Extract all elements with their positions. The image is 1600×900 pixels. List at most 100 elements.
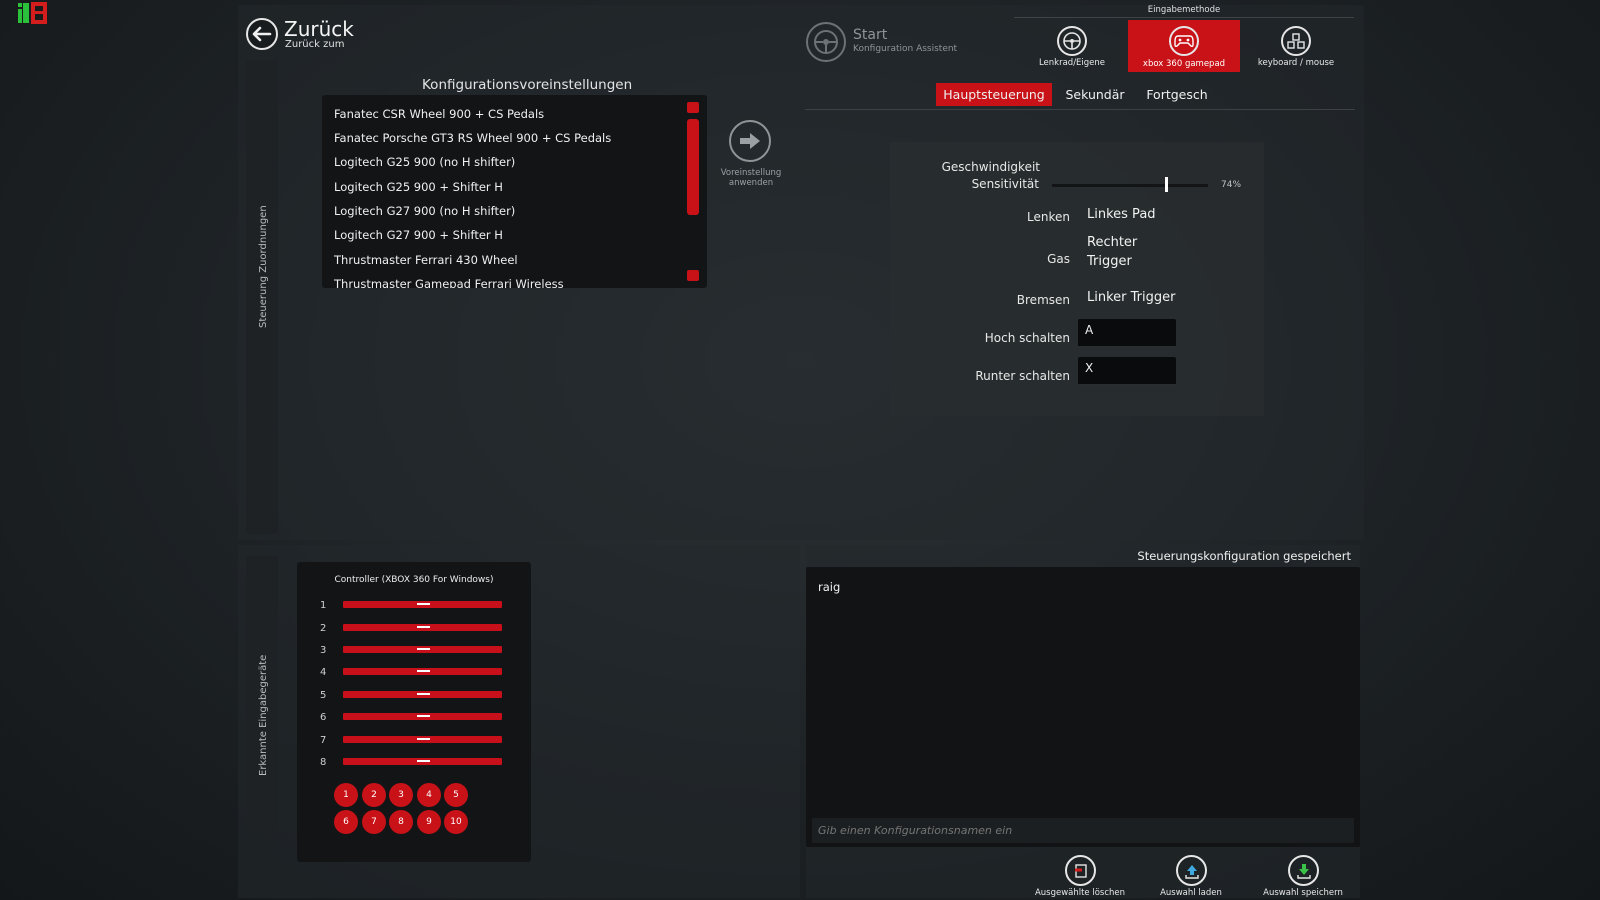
axis-label: 2	[320, 623, 327, 634]
apply-preset-label-2: anwenden	[728, 178, 774, 188]
list-item[interactable]: Fanatec CSR Wheel 900 + CS Pedals	[334, 107, 544, 121]
axis-marker	[417, 648, 430, 650]
shift-up-field[interactable]: A	[1078, 319, 1176, 348]
list-item[interactable]: Logitech G25 900 + Shifter H	[334, 180, 503, 194]
speed-sensitivity-slider[interactable]	[1052, 177, 1208, 192]
axis-marker	[417, 715, 430, 717]
axis-bar	[343, 601, 502, 608]
brake-value[interactable]: Linker Trigger	[1087, 290, 1175, 305]
steering-value[interactable]: Linkes Pad	[1087, 207, 1156, 222]
delete-icon	[1065, 855, 1096, 886]
list-item[interactable]: Thrustmaster Ferrari 430 Wheel	[334, 253, 518, 267]
slider-track	[1052, 184, 1208, 187]
controller-button: 2	[362, 783, 386, 807]
controller-title: Controller (XBOX 360 For Windows)	[334, 575, 494, 585]
load-selection-button[interactable]: Auswahl laden	[1141, 855, 1241, 898]
input-option-keyboard[interactable]: keyboard / mouse	[1240, 20, 1352, 72]
axis-marker	[417, 626, 430, 628]
sidebar-tab-mapping[interactable]: Steuerung Zuordnungen	[246, 60, 278, 534]
controller-button: 5	[444, 783, 468, 807]
axis-marker	[417, 760, 430, 762]
axis-bar	[343, 713, 502, 720]
input-option-gamepad[interactable]: xbox 360 gamepad	[1128, 20, 1240, 72]
axis-marker	[417, 693, 430, 695]
axis-bar	[343, 646, 502, 653]
gamepad-icon	[1169, 26, 1199, 56]
controller-button: 4	[417, 783, 441, 807]
saved-configs-list[interactable]: raig	[806, 567, 1360, 847]
list-item[interactable]: Logitech G27 900 (no H shifter)	[334, 204, 515, 218]
gas-label: Gas	[1047, 252, 1070, 266]
scroll-up-button[interactable]	[687, 102, 699, 113]
list-item[interactable]: Logitech G25 900 (no H shifter)	[334, 155, 515, 169]
scroll-thumb[interactable]	[687, 119, 699, 215]
speed-sensitivity-value: 74%	[1221, 180, 1242, 190]
axis-label: 1	[320, 600, 327, 611]
input-option-steering-label: Lenkrad/Eigene	[1038, 58, 1106, 68]
list-item[interactable]: raig	[818, 580, 840, 594]
delete-selected-label: Ausgewählte löschen	[1034, 888, 1126, 898]
start-subtitle: Konfiguration Assistent	[853, 44, 958, 54]
tabs-divider	[805, 109, 1355, 110]
config-name-input[interactable]	[812, 818, 1354, 843]
tab-hauptsteuerung[interactable]: Hauptsteuerung	[936, 83, 1052, 106]
axis-bar	[343, 758, 502, 765]
axis-marker	[417, 603, 430, 605]
axis-label: 8	[320, 757, 327, 768]
start-assistant-button[interactable]: Start Konfiguration Assistent	[806, 22, 976, 64]
list-item[interactable]: Fanatec Porsche GT3 RS Wheel 900 + CS Pe…	[334, 131, 611, 145]
steering-wheel-icon	[1057, 26, 1087, 56]
steering-label: Lenken	[1027, 210, 1070, 224]
sidebar-tab-devices[interactable]: Erkannte Eingabegeräte	[246, 556, 278, 888]
slider-handle[interactable]	[1165, 177, 1168, 192]
speed-sensitivity-label-2: Sensitivität	[971, 177, 1039, 191]
back-button[interactable]: Zurück Zurück zum	[246, 17, 356, 51]
save-selection-label: Auswahl speichern	[1263, 888, 1343, 898]
axis-bar	[343, 668, 502, 675]
list-item[interactable]: Logitech G27 900 + Shifter H	[334, 228, 503, 242]
controller-button: 10	[444, 810, 468, 834]
shift-down-field[interactable]: X	[1078, 357, 1176, 386]
input-method-divider	[1014, 17, 1354, 18]
controller-button: 8	[389, 810, 413, 834]
axis-marker	[417, 670, 430, 672]
tab-fortgesch[interactable]: Fortgesch	[1140, 83, 1214, 106]
axis-label: 6	[320, 712, 327, 723]
input-option-steering[interactable]: Lenkrad/Eigene	[1016, 20, 1128, 72]
brake-label: Bremsen	[1016, 293, 1070, 307]
axis-label: 4	[320, 667, 327, 678]
presets-list[interactable]: Fanatec CSR Wheel 900 + CS Pedals Fanate…	[322, 95, 707, 288]
delete-selected-button[interactable]: Ausgewählte löschen	[1030, 855, 1130, 898]
back-title: Zurück	[284, 17, 354, 41]
axis-bar	[343, 691, 502, 698]
gas-value-2[interactable]: Trigger	[1087, 254, 1132, 269]
input-method-label: Eingabemethode	[1147, 5, 1221, 15]
save-selection-button[interactable]: Auswahl speichern	[1253, 855, 1353, 898]
tab-sekundaer[interactable]: Sekundär	[1058, 83, 1132, 106]
steering-wheel-icon	[806, 22, 846, 62]
scroll-down-button[interactable]	[687, 270, 699, 281]
input-option-keyboard-label: keyboard / mouse	[1257, 58, 1335, 68]
gas-value-1[interactable]: Rechter	[1087, 235, 1137, 250]
speed-sensitivity-label-1: Geschwindigkeit	[941, 160, 1040, 174]
controller-button: 3	[389, 783, 413, 807]
input-option-gamepad-label: xbox 360 gamepad	[1142, 59, 1226, 69]
apply-preset-label-1: Voreinstellung	[720, 168, 782, 178]
sidebar-tab-mapping-label: Steuerung Zuordnungen	[258, 205, 269, 328]
sidebar-tab-devices-label: Erkannte Eingabegeräte	[258, 654, 269, 776]
apply-preset-button[interactable]: Voreinstellung anwenden	[712, 120, 790, 192]
shift-up-label: Hoch schalten	[984, 331, 1070, 345]
shift-down-label: Runter schalten	[975, 369, 1070, 383]
presets-scrollbar[interactable]	[687, 102, 699, 283]
keyboard-mouse-icon	[1281, 26, 1311, 56]
load-icon	[1176, 855, 1207, 886]
axis-bar	[343, 624, 502, 631]
axis-bar	[343, 736, 502, 743]
controller-button: 1	[334, 783, 358, 807]
config-status: Steuerungskonfiguration gespeichert	[1137, 549, 1351, 563]
start-title: Start	[853, 27, 888, 43]
list-item[interactable]: Thrustmaster Gamepad Ferrari Wireless	[334, 277, 564, 288]
arrow-right-icon	[729, 120, 771, 162]
load-selection-label: Auswahl laden	[1160, 888, 1222, 898]
save-icon	[1288, 855, 1319, 886]
